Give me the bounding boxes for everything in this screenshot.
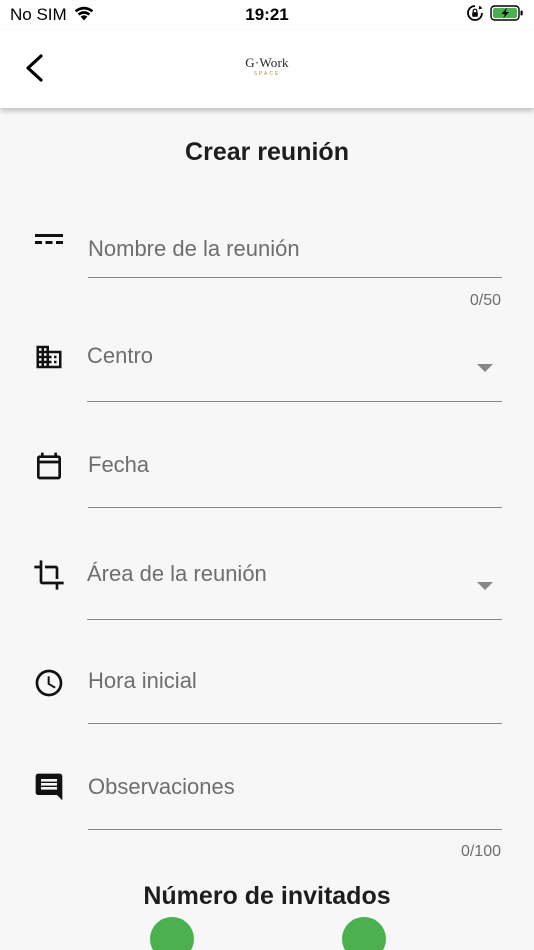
center-placeholder: Centro — [87, 343, 154, 368]
observations-counter: 0/100 — [460, 843, 501, 860]
meeting-area-dropdown[interactable]: Área de la reunión — [87, 558, 502, 620]
app-bar: G·Work SPACE — [0, 30, 534, 108]
chevron-down-icon — [477, 582, 493, 590]
screen: No SIM 19:21 G·Work SPACE Crear reunión … — [0, 0, 534, 950]
start-time-placeholder: Hora inicial — [88, 668, 197, 693]
building-icon — [32, 340, 66, 374]
date-placeholder: Fecha — [88, 452, 150, 477]
status-left: No SIM — [10, 5, 190, 26]
meeting-name-field[interactable] — [88, 222, 502, 278]
page-title: Crear reunión — [185, 138, 349, 166]
observations-input[interactable] — [88, 774, 448, 800]
increment-guests-button[interactable] — [342, 917, 386, 950]
date-field[interactable]: Fecha — [88, 452, 502, 508]
status-bar: No SIM 19:21 — [0, 0, 534, 30]
rotation-lock-icon — [466, 4, 484, 27]
logo-text: G·Work — [245, 55, 289, 70]
short-text-icon — [32, 222, 66, 256]
observations-field[interactable] — [88, 774, 502, 830]
app-logo: G·Work SPACE — [0, 54, 534, 77]
clock-icon — [32, 666, 66, 700]
meeting-name-input[interactable] — [88, 236, 448, 262]
meeting-area-placeholder: Área de la reunión — [87, 561, 267, 586]
battery-icon — [490, 4, 524, 27]
guests-section-title: Número de invitados — [143, 882, 391, 910]
wifi-icon — [73, 5, 95, 26]
center-dropdown[interactable]: Centro — [87, 340, 502, 402]
crop-icon — [32, 558, 66, 592]
start-time-field[interactable]: Hora inicial — [88, 668, 502, 724]
meeting-name-counter: 0/50 — [469, 292, 501, 309]
calendar-icon — [32, 449, 66, 483]
decrement-guests-button[interactable] — [150, 917, 194, 950]
status-right — [466, 4, 524, 27]
carrier-label: No SIM — [10, 5, 67, 24]
logo-subtext: SPACE — [253, 71, 281, 77]
comment-icon — [32, 770, 66, 804]
chevron-down-icon — [477, 364, 493, 372]
